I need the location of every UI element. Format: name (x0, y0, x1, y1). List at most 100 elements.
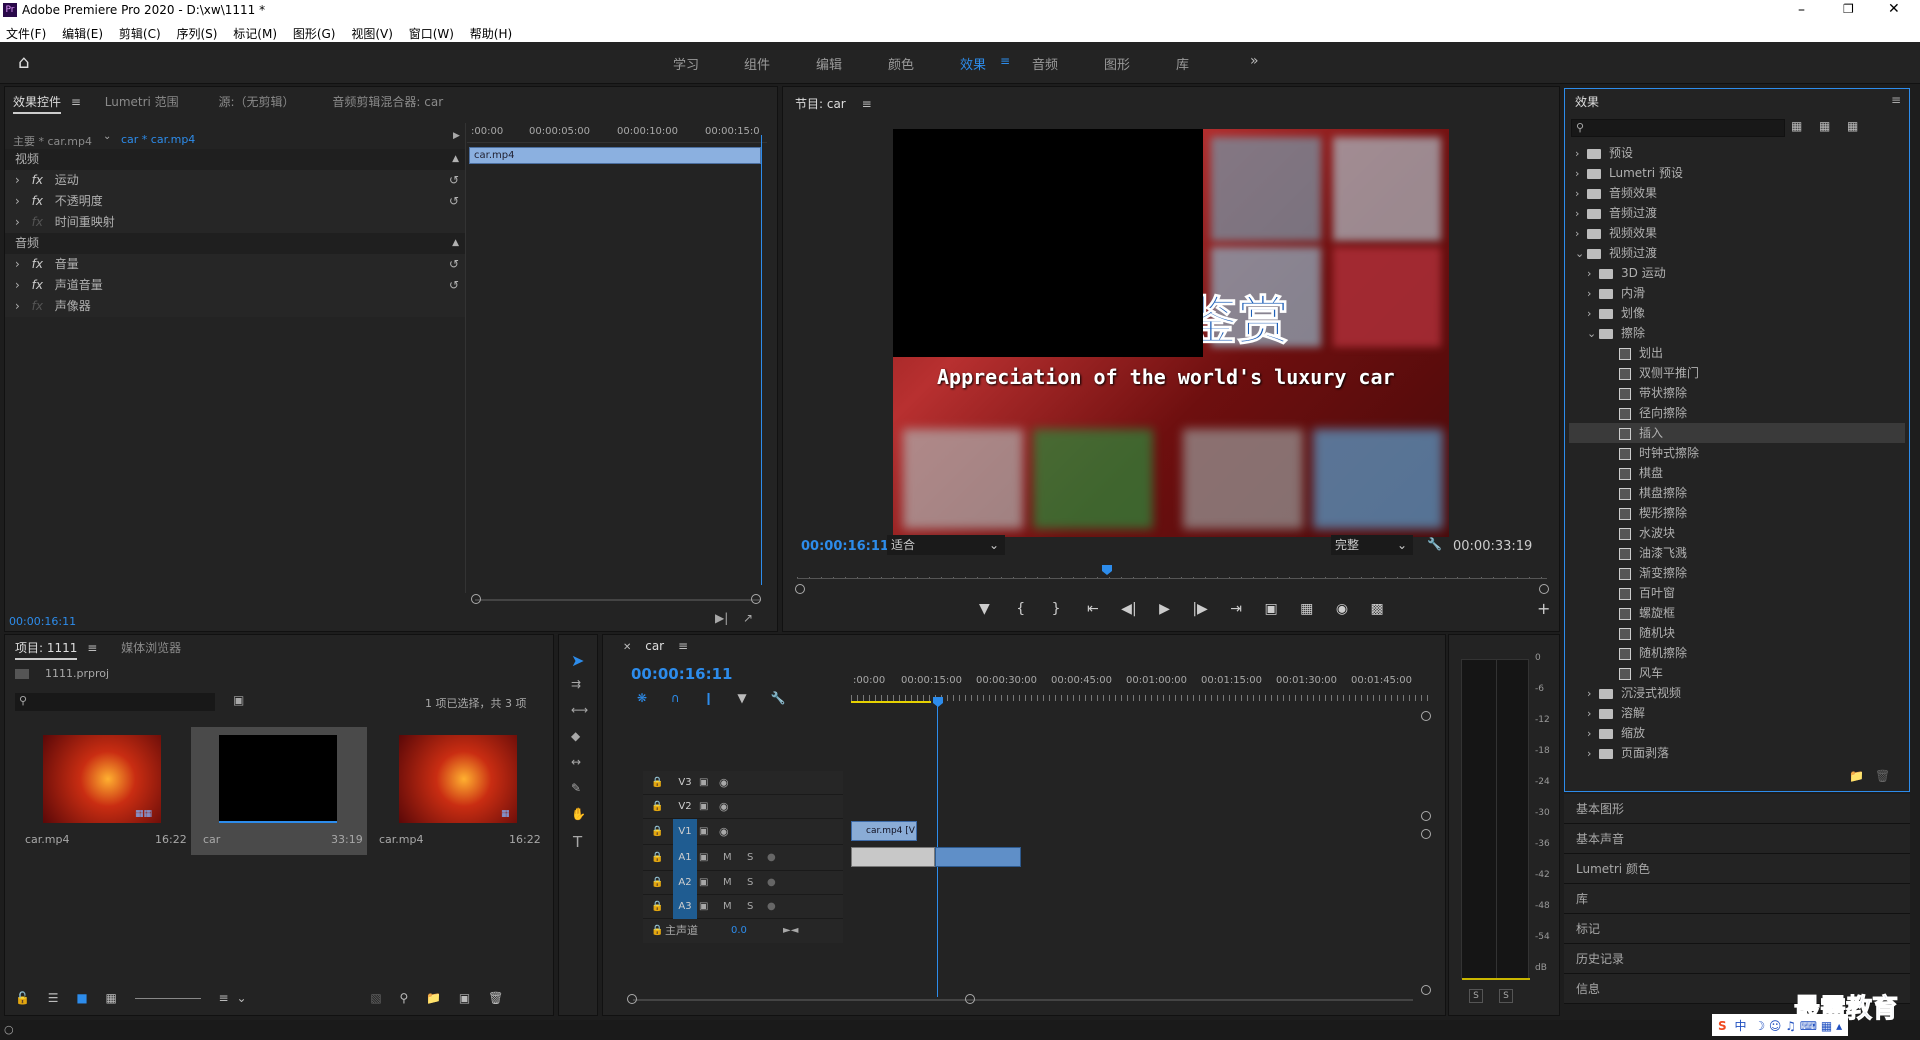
vertical-scroll-handle[interactable] (1421, 829, 1431, 839)
sync-lock-icon[interactable]: ▣ (699, 771, 708, 795)
workspace-learn[interactable]: 学习 (673, 54, 699, 73)
effect-item[interactable]: 插入 (1569, 423, 1905, 443)
reset-icon[interactable]: ↺ (449, 254, 459, 275)
timeline-playhead[interactable] (933, 697, 943, 707)
lift-icon[interactable]: ▣ (1264, 601, 1277, 617)
workspace-assembly[interactable]: 组件 (744, 54, 770, 73)
effects-folder[interactable]: ⌄ 视频过渡 (1569, 243, 1905, 263)
panel-menu-icon[interactable]: ≡ (862, 97, 872, 111)
effects-folder[interactable]: › 缩放 (1569, 723, 1905, 743)
go-to-end-icon[interactable]: ►◄ (783, 919, 798, 943)
effect-item[interactable]: 百叶窗 (1569, 583, 1905, 603)
clip-bar[interactable]: car.mp4 (469, 147, 761, 164)
chevron-right-icon[interactable]: › (1587, 684, 1599, 704)
play-icon[interactable]: ▶ (1159, 601, 1170, 617)
reset-icon[interactable]: ↺ (449, 170, 459, 191)
chevron-right-icon[interactable]: › (1575, 204, 1587, 224)
effect-row-channel-volume[interactable]: › fx 声道音量 ↺ (5, 275, 465, 296)
ripple-edit-tool-icon[interactable]: ⟷ (571, 703, 588, 717)
panel-menu-icon[interactable]: ≡ (678, 639, 688, 653)
freeform-view-icon[interactable]: ▦ (106, 991, 117, 1005)
chevron-down-icon[interactable]: ⌄ (1575, 244, 1587, 264)
quality-dropdown[interactable]: 完整 ⌄ (1331, 535, 1413, 555)
camera-icon[interactable]: ◉ (1336, 601, 1348, 617)
menu-sequence[interactable]: 序列(S) (176, 27, 217, 41)
lock-icon[interactable]: 🔒 (651, 895, 663, 919)
icon-view-icon[interactable]: ■ (76, 991, 87, 1005)
new-search-bin-icon[interactable]: ▣ (233, 693, 244, 707)
fx-icon[interactable]: fx (32, 257, 43, 271)
trash-icon[interactable]: 🗑 (488, 991, 503, 1005)
effect-row-motion[interactable]: › fx 运动 ↺ (5, 170, 465, 191)
panel-essential-sound[interactable]: 基本声音 (1564, 824, 1910, 854)
effect-item[interactable]: 划出 (1569, 343, 1905, 363)
scroll-handle-left[interactable] (627, 994, 637, 1004)
mini-playhead[interactable] (761, 135, 762, 585)
fit-dropdown[interactable]: 适合 ⌄ (887, 535, 1005, 555)
zoom-scrollbar[interactable] (475, 599, 761, 601)
lock-icon[interactable]: 🔒 (651, 771, 663, 795)
new-item-icon[interactable]: ▣ (459, 991, 470, 1005)
effect-item[interactable]: 水波块 (1569, 523, 1905, 543)
snap-icon[interactable]: ∩ (671, 691, 680, 705)
track-v3[interactable]: 🔒 V3 ▣ ◉ (643, 771, 843, 795)
vertical-scroll-handle[interactable] (1421, 711, 1431, 721)
effect-item[interactable]: 径向擦除 (1569, 403, 1905, 423)
eye-icon[interactable]: ◉ (719, 771, 729, 795)
scroll-handle-left[interactable] (471, 594, 481, 604)
program-title[interactable]: 节目: car (795, 97, 846, 111)
panel-lumetri-color[interactable]: Lumetri 颜色 (1564, 854, 1910, 884)
add-marker-icon[interactable]: ▼ (979, 601, 990, 617)
fx-icon[interactable]: fx (32, 278, 43, 292)
panel-libraries[interactable]: 库 (1564, 884, 1910, 914)
effects-search-input[interactable]: ⚲ (1571, 119, 1785, 137)
effect-item[interactable]: 渐变擦除 (1569, 563, 1905, 583)
compare-view-icon[interactable]: ▩ (1371, 601, 1384, 617)
project-search-input[interactable]: ⚲ (15, 693, 215, 711)
project-item[interactable]: car 33:19 (191, 727, 367, 855)
sync-lock-icon[interactable]: ▣ (699, 795, 708, 819)
track-v1[interactable]: 🔒 V1 ▣ ◉ (643, 819, 843, 845)
effect-row-time-remap[interactable]: › fx 时间重映射 (5, 212, 465, 233)
track-a1[interactable]: 🔒 A1 ▣ M S ● (643, 845, 843, 871)
add-marker-icon[interactable]: ▼ (737, 691, 746, 705)
chevron-right-icon[interactable]: › (1575, 224, 1587, 244)
vertical-scroll-handle[interactable] (1421, 811, 1431, 821)
effect-item[interactable]: 楔形擦除 (1569, 503, 1905, 523)
scroll-handle-right[interactable] (1539, 584, 1549, 594)
effects-folder[interactable]: › 预设 (1569, 143, 1905, 163)
go-to-in-icon[interactable]: ⇤ (1087, 601, 1099, 617)
linked-selection-icon[interactable]: ❙ (704, 691, 714, 705)
a1-clip-right[interactable] (935, 847, 1021, 867)
tab-lumetri-scopes[interactable]: Lumetri 范围 (105, 95, 179, 109)
mark-in-icon[interactable]: { (1016, 601, 1025, 617)
wrench-icon[interactable]: 🔧 (1427, 537, 1442, 551)
home-icon[interactable]: ⌂ (18, 52, 29, 73)
menu-file[interactable]: 文件(F) (6, 27, 46, 41)
scroll-handle-right[interactable] (751, 594, 761, 604)
menu-clip[interactable]: 剪辑(C) (119, 27, 161, 41)
chevron-right-icon[interactable]: › (1587, 284, 1599, 304)
step-back-icon[interactable]: ◀| (1121, 601, 1136, 617)
automate-icon[interactable]: ▧ (370, 991, 381, 1005)
settings-wrench-icon[interactable]: 🔧 (770, 691, 785, 705)
sync-lock-icon[interactable]: ▣ (699, 871, 708, 895)
panel-menu-icon[interactable]: ≡ (87, 641, 97, 655)
close-icon[interactable]: ✕ (623, 642, 631, 653)
new-bin-icon[interactable]: 📁 (426, 991, 441, 1005)
effect-row-volume[interactable]: › fx 音量 ↺ (5, 254, 465, 275)
workspace-color[interactable]: 颜色 (888, 54, 914, 73)
step-forward-icon[interactable]: |▶ (1192, 601, 1207, 617)
razor-tool-icon[interactable]: ◆ (571, 729, 580, 743)
collapse-icon[interactable]: ▲ (452, 149, 459, 170)
v1-clip[interactable]: car.mp4 [V (851, 821, 917, 841)
chevron-right-icon[interactable]: › (1575, 184, 1587, 204)
scroll-handle-left[interactable] (795, 584, 805, 594)
chevron-right-icon[interactable]: › (1587, 724, 1599, 744)
voiceover-mic-icon[interactable]: ● (767, 895, 776, 919)
effects-folder[interactable]: › 视频效果 (1569, 223, 1905, 243)
tab-source[interactable]: 源:（无剪辑） (219, 95, 295, 109)
lock-icon[interactable]: 🔒 (651, 845, 663, 871)
selection-tool-icon[interactable]: ➤ (571, 651, 584, 670)
project-item[interactable]: ▦▦ car.mp4 16:22 (13, 727, 189, 855)
